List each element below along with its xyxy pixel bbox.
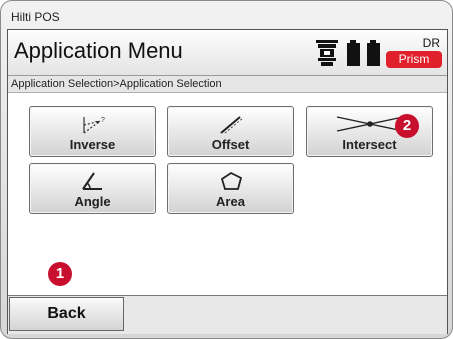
angle-label: Angle [74, 194, 111, 209]
inverse-button[interactable]: ? Inverse [29, 106, 156, 157]
header: Application Menu DR Prism [8, 30, 447, 76]
area-label: Area [216, 194, 245, 209]
callout-marker-1: 1 [48, 262, 72, 286]
intersect-icon [336, 116, 403, 132]
inverse-icon: ? [82, 117, 105, 134]
mode-prism-label: Prism [386, 51, 442, 68]
device-frame: Hilti POS Application Menu DR Prism Appl… [0, 0, 453, 339]
back-button[interactable]: Back [9, 297, 124, 331]
total-station-icon [316, 40, 338, 66]
breadcrumb: Application Selection>Application Select… [8, 76, 447, 93]
svg-text:?: ? [101, 117, 105, 124]
angle-button[interactable]: Angle [29, 163, 156, 214]
app-screen: Application Menu DR Prism Application Se… [7, 29, 448, 334]
window-title: Hilti POS [11, 10, 60, 24]
callout-marker-2: 2 [395, 114, 419, 138]
offset-button[interactable]: Offset [167, 106, 294, 157]
measurement-mode-badge: DR Prism [386, 36, 442, 68]
mode-dr-label: DR [422, 36, 440, 50]
bottom-bar: Back [8, 295, 447, 334]
area-button[interactable]: Area [167, 163, 294, 214]
battery-icon [347, 40, 380, 66]
offset-label: Offset [211, 137, 250, 152]
angle-icon [81, 172, 102, 190]
page-title: Application Menu [14, 38, 183, 63]
intersect-label: Intersect [342, 137, 397, 152]
offset-icon [219, 116, 243, 134]
inverse-label: Inverse [69, 137, 116, 152]
area-icon [220, 171, 242, 190]
